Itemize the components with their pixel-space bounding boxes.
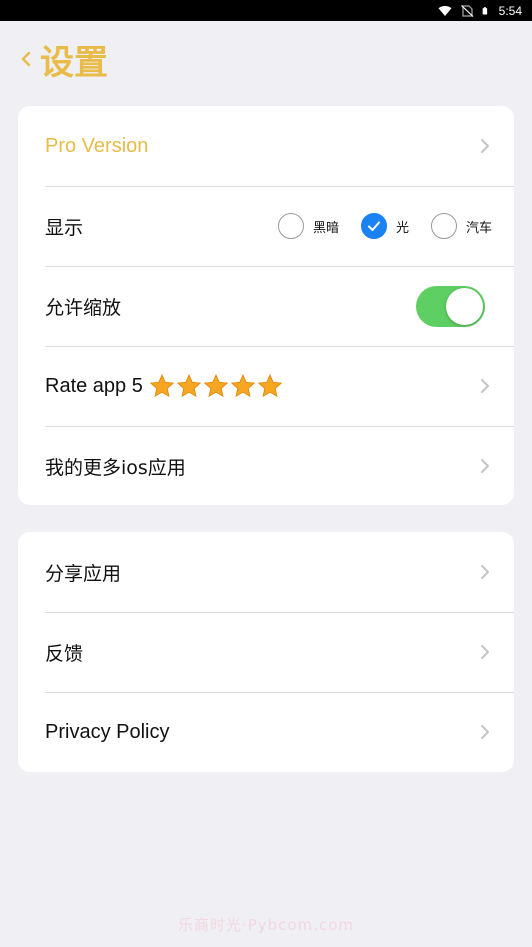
pro-version-row[interactable]: Pro Version [18, 106, 514, 186]
display-label: 显示 [45, 216, 84, 239]
radio-light[interactable]: 光 [360, 213, 409, 239]
chevron-right-icon [481, 565, 489, 579]
battery-icon [482, 6, 487, 15]
pro-version-label: Pro Version [45, 134, 149, 157]
display-row: 显示 黑暗 光 汽车 [18, 186, 514, 266]
chevron-right-icon [481, 459, 489, 473]
settings-group-other: 分享应用 反馈 Privacy Policy [18, 532, 514, 772]
allow-zoom-row: 允许缩放 [18, 266, 514, 346]
share-app-row[interactable]: 分享应用 [18, 532, 514, 612]
chevron-right-icon [481, 725, 489, 739]
display-radio-group: 黑暗 光 汽车 [256, 213, 492, 239]
chevron-right-icon [481, 139, 489, 153]
chevron-right-icon [481, 645, 489, 659]
privacy-policy-row[interactable]: Privacy Policy [18, 692, 514, 772]
radio-dark[interactable]: 黑暗 [277, 213, 339, 239]
page-title: 设置 [40, 42, 108, 83]
allow-zoom-label: 允许缩放 [45, 296, 122, 319]
radio-dark-label: 黑暗 [312, 220, 339, 236]
wifi-icon [438, 5, 452, 16]
star-icon [203, 373, 229, 398]
toggle-knob [446, 287, 483, 325]
rate-app-label: Rate app 5 [45, 374, 143, 397]
watermark: 乐商时光·Pybcom.com [177, 916, 355, 934]
back-button[interactable]: 设置 [20, 35, 108, 84]
star-icon [176, 373, 202, 398]
more-apps-row[interactable]: 我的更多ios应用 [18, 426, 514, 505]
star-icon [257, 373, 283, 398]
star-rating [149, 373, 283, 399]
rate-app-row[interactable]: Rate app 5 [18, 346, 514, 426]
radio-dark-circle[interactable] [277, 213, 304, 239]
privacy-policy-label: Privacy Policy [45, 720, 170, 743]
no-sim-icon [460, 4, 474, 17]
feedback-label: 反馈 [45, 642, 84, 665]
header: 设置 [20, 34, 108, 84]
allow-zoom-toggle[interactable] [416, 285, 485, 327]
checkmark-icon [367, 221, 380, 231]
status-bar: 5:54 [0, 0, 532, 21]
more-apps-label: 我的更多ios应用 [45, 456, 186, 479]
share-app-label: 分享应用 [45, 562, 122, 585]
feedback-row[interactable]: 反馈 [18, 612, 514, 692]
star-icon [230, 373, 256, 398]
star-icon [149, 373, 175, 398]
radio-light-label: 光 [395, 220, 409, 236]
chevron-right-icon [481, 379, 489, 393]
radio-auto-label: 汽车 [465, 220, 492, 236]
radio-auto-circle[interactable] [430, 213, 457, 239]
radio-auto[interactable]: 汽车 [430, 213, 492, 239]
radio-light-circle[interactable] [360, 213, 387, 239]
chevron-left-icon [21, 51, 31, 67]
settings-group-main: Pro Version 显示 黑暗 光 汽车 允许缩放 Rate app 5 我… [18, 106, 514, 505]
status-time: 5:54 [498, 3, 522, 18]
